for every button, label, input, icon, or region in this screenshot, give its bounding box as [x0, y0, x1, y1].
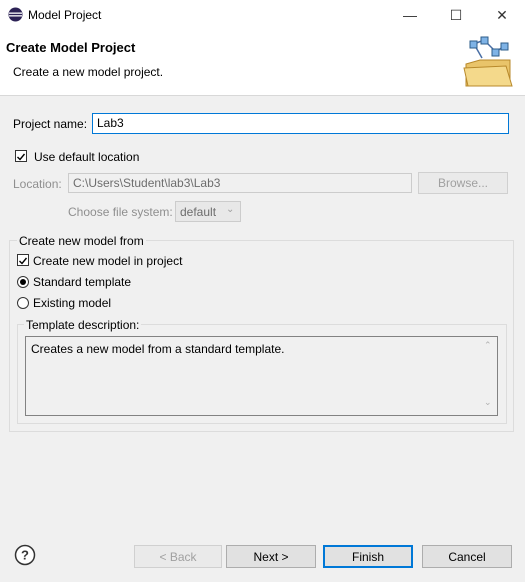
standard-template-label: Standard template: [33, 275, 132, 289]
browse-button[interactable]: Browse...: [418, 172, 508, 194]
file-system-value: default: [180, 204, 217, 219]
maximize-icon: ☐: [449, 6, 463, 23]
next-button[interactable]: Next >: [226, 545, 316, 568]
scroll-up-icon[interactable]: ⌃: [484, 340, 492, 351]
new-project-wizard-icon: [462, 36, 514, 90]
template-description-text: Creates a new model from a standard temp…: [31, 342, 285, 356]
close-button[interactable]: ✕: [479, 0, 525, 30]
back-button[interactable]: < Back: [134, 545, 222, 568]
existing-model-radio[interactable]: [17, 297, 29, 309]
template-description-text-area[interactable]: Creates a new model from a standard temp…: [25, 336, 498, 416]
checkmark-icon: [17, 153, 26, 161]
create-in-project-checkbox[interactable]: [17, 254, 29, 266]
scroll-down-icon[interactable]: ⌄: [484, 397, 492, 408]
minimize-button[interactable]: —: [387, 0, 433, 30]
radio-selected-dot: [20, 279, 26, 285]
title-bar: Model Project — ☐ ✕: [0, 0, 525, 30]
project-name-label-text: Project name:: [13, 117, 88, 131]
window-title: Model Project: [28, 8, 102, 22]
file-system-label: Choose file system:: [68, 205, 173, 219]
location-label: Location:: [13, 177, 62, 191]
template-description-label: Template description:: [24, 318, 142, 332]
use-default-location-label: Use default location: [34, 150, 140, 164]
existing-model-label: Existing model: [33, 296, 112, 310]
maximize-button[interactable]: ☐: [433, 0, 479, 30]
checkmark-icon: [19, 257, 28, 265]
file-system-select[interactable]: default ⌄: [175, 201, 241, 222]
page-description: Create a new model project.: [13, 65, 164, 79]
project-name-input[interactable]: Lab3: [92, 113, 509, 134]
location-input[interactable]: C:\Users\Student\lab3\Lab3: [68, 173, 412, 193]
use-default-location-checkbox[interactable]: [15, 150, 27, 162]
cancel-button[interactable]: Cancel: [422, 545, 512, 568]
page-title: Create Model Project: [6, 40, 136, 55]
chevron-down-icon: ⌄: [226, 204, 235, 215]
wizard-header: Create Model Project Create a new model …: [0, 30, 525, 96]
finish-button[interactable]: Finish: [323, 545, 413, 568]
eclipse-icon: [8, 7, 23, 22]
svg-text:?: ?: [21, 548, 29, 563]
create-in-project-label: Create new model in project: [33, 254, 183, 268]
close-icon: ✕: [496, 6, 508, 23]
minimize-icon: —: [403, 7, 417, 23]
vertical-scrollbar[interactable]: ⌃ ⌄: [481, 337, 497, 415]
help-icon[interactable]: ?: [14, 544, 36, 566]
standard-template-radio[interactable]: [17, 276, 29, 288]
create-model-group-title: Create new model from: [17, 234, 146, 248]
